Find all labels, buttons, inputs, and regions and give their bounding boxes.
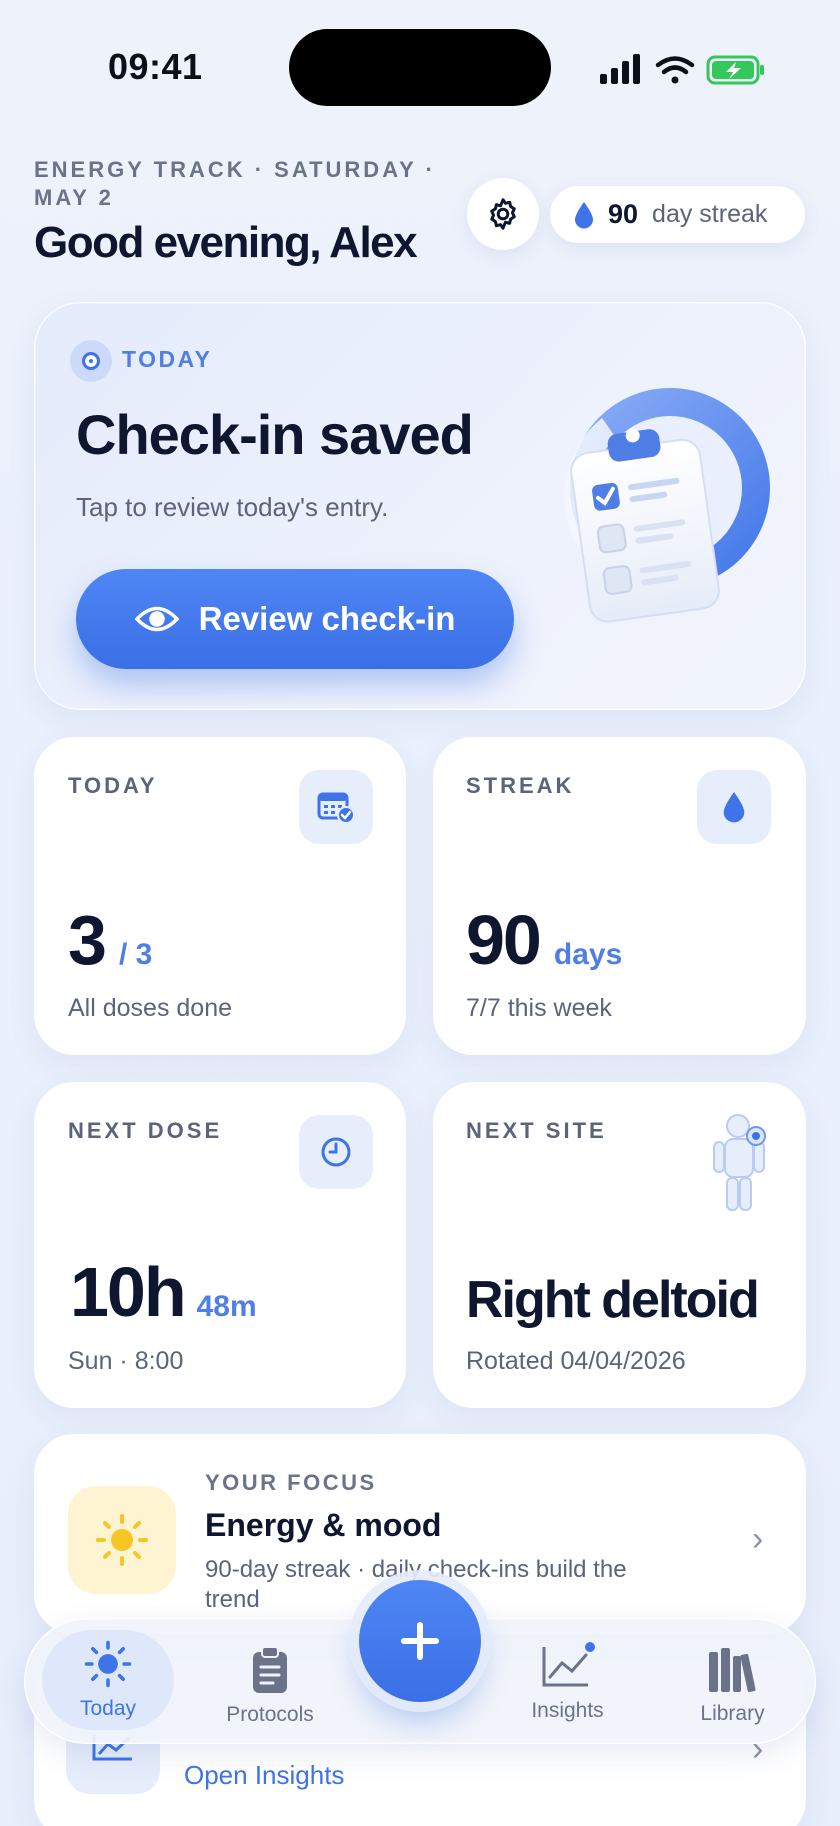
settings-button[interactable] xyxy=(467,178,539,250)
add-button[interactable] xyxy=(359,1580,481,1702)
tab-today-label: Today xyxy=(79,1697,137,1720)
next-site-label: NEXT SITE xyxy=(466,1118,607,1143)
status-time: 09:41 xyxy=(108,46,203,87)
date-eyebrow: ENERGY TRACK · SATURDAY · MAY 2 xyxy=(34,157,436,210)
wifi-icon xyxy=(655,56,695,84)
hero-tag: TODAY xyxy=(122,346,213,372)
next-dose-footer: Sun · 8:00 xyxy=(68,1347,184,1375)
review-checkin-label: Review check-in xyxy=(198,600,456,637)
hero-title: Check-in saved xyxy=(76,403,474,466)
greeting-title: Good evening, Alex xyxy=(34,218,418,267)
streak-unit: days xyxy=(553,938,623,971)
tab-insights-label: Insights xyxy=(531,1699,604,1722)
streak-card-label: STREAK xyxy=(466,773,575,798)
chevron-right-icon: › xyxy=(752,1520,764,1558)
plus-icon xyxy=(401,1622,439,1660)
today-unit: / 3 xyxy=(118,938,153,971)
next-site-footer: Rotated 04/04/2026 xyxy=(466,1347,686,1375)
body-figure-icon xyxy=(713,1114,766,1211)
eye-icon xyxy=(134,606,179,632)
streak-footer: 7/7 this week xyxy=(466,994,612,1022)
target-icon xyxy=(70,340,112,382)
next-dose-label: NEXT DOSE xyxy=(68,1118,223,1143)
signal-icon xyxy=(600,54,640,84)
clipboard-icon xyxy=(253,1646,287,1693)
clock-icon xyxy=(299,1115,373,1189)
calendar-check-icon xyxy=(299,770,373,844)
tab-protocols-label: Protocols xyxy=(226,1703,314,1726)
focus-title: Energy & mood xyxy=(205,1507,442,1543)
today-footer: All doses done xyxy=(68,994,233,1022)
books-icon xyxy=(708,1648,755,1693)
next-dose-value-group: 10h 48m xyxy=(70,1252,257,1332)
chart-icon xyxy=(542,1642,595,1687)
battery-icon xyxy=(706,55,764,85)
tab-protocols[interactable]: Protocols xyxy=(205,1636,335,1736)
drop-icon xyxy=(697,770,771,844)
focus-label: YOUR FOCUS xyxy=(205,1470,377,1495)
tab-library-label: Library xyxy=(700,1702,765,1725)
gear-icon xyxy=(490,198,516,230)
next-dose-unit: 48m xyxy=(196,1290,257,1323)
review-checkin-button[interactable]: Review check-in xyxy=(76,569,514,669)
streak-label: day streak xyxy=(652,200,768,228)
streak-pill[interactable]: 90 day streak xyxy=(550,186,805,243)
streak-count: 90 xyxy=(608,199,639,229)
clipboard-illustration-icon xyxy=(564,388,770,623)
today-value: 3 xyxy=(68,901,107,979)
sun-icon xyxy=(68,1486,176,1594)
tab-insights[interactable]: Insights xyxy=(505,1632,630,1732)
today-label: TODAY xyxy=(68,773,158,798)
sun-icon xyxy=(84,1640,132,1688)
tab-today[interactable]: Today xyxy=(42,1630,174,1730)
dynamic-island xyxy=(289,29,551,106)
streak-value: 90 xyxy=(466,901,542,979)
streak-value-group: 90 days xyxy=(466,900,622,980)
status-icons xyxy=(600,54,764,85)
next-dose-value: 10h xyxy=(70,1253,187,1331)
next-site-value: Right deltoid xyxy=(466,1271,760,1329)
open-insights-link[interactable]: Open Insights xyxy=(184,1760,344,1791)
drop-icon xyxy=(575,201,593,228)
today-value-group: 3 / 3 xyxy=(68,900,152,980)
hero-subtitle: Tap to review today's entry. xyxy=(76,492,389,522)
tab-library[interactable]: Library xyxy=(670,1636,795,1736)
